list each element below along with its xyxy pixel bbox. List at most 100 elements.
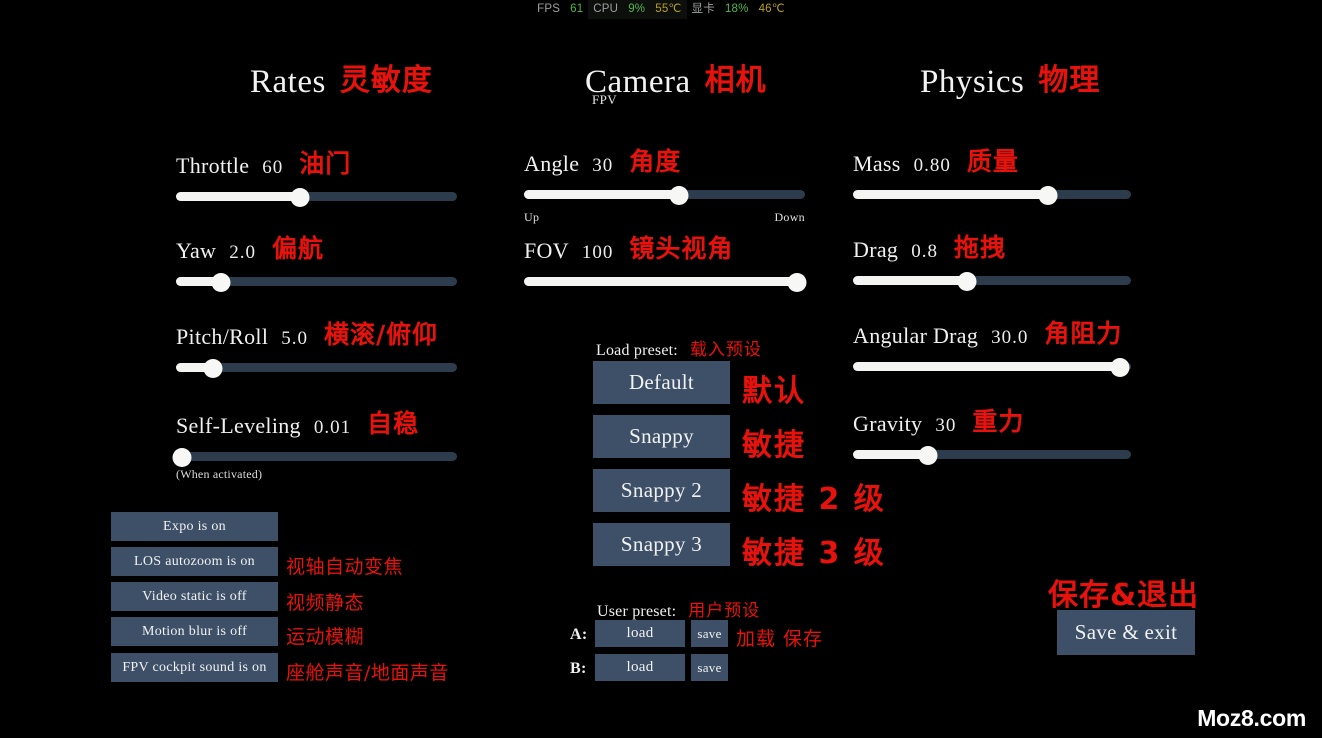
fps-group: FPS 61 — [532, 0, 588, 19]
cpu-label: CPU — [593, 3, 619, 15]
angular-drag-label-line: Angular Drag 30.0 角阻力 — [853, 321, 1131, 350]
user-preset-a-load-button[interactable]: load — [595, 620, 685, 647]
slider-handle[interactable] — [290, 188, 310, 207]
preset-snappy3-label: Snappy 3 — [620, 532, 703, 556]
physics-title-en: Physics — [920, 64, 1025, 100]
self-leveling-note: (When activated) — [176, 467, 263, 481]
drag-slider[interactable] — [853, 272, 1131, 291]
user-preset-row-cn: 加载 保存 — [736, 628, 824, 650]
preset-snappy-cn: 敏捷 — [742, 428, 806, 463]
fov-value: 100 — [581, 242, 614, 263]
angle-label-line: Angle 30 角度 — [524, 147, 805, 178]
slider-handle[interactable] — [918, 446, 938, 465]
throttle-value: 60 — [262, 157, 284, 178]
drag-label: Drag — [853, 237, 899, 262]
slider-fill — [524, 277, 797, 286]
gpu-temp-value: 46℃ — [758, 3, 785, 15]
mass-slider[interactable] — [853, 186, 1131, 205]
throttle-label-cn: 油门 — [299, 149, 352, 178]
toggle-los-autozoom-cn: 视轴自动变焦 — [286, 556, 404, 578]
preset-default-button[interactable]: Default — [593, 361, 730, 404]
throttle-slider[interactable] — [176, 188, 457, 207]
slider-row-pitch-roll: Pitch/Roll 5.0 横滚/俯仰 — [176, 322, 457, 378]
cpu-temp-value: 55℃ — [655, 3, 682, 15]
save-and-exit-label: Save & exit — [1074, 620, 1178, 644]
toggle-motion-blur[interactable]: Motion blur is off — [111, 617, 278, 646]
preset-snappy-label: Snappy — [629, 424, 694, 448]
fov-label: FOV — [524, 238, 569, 263]
drag-label-cn: 拖拽 — [953, 233, 1006, 262]
toggle-expo[interactable]: Expo is on — [111, 512, 278, 541]
slider-fill — [853, 450, 929, 459]
gpu-usage-value: 18% — [724, 3, 749, 15]
slider-handle[interactable] — [172, 448, 192, 467]
load-preset-heading: Load preset: 载入预设 — [596, 335, 762, 360]
toggle-fpv-cockpit-sound-label: FPV cockpit sound is on — [122, 659, 267, 675]
angular-drag-slider[interactable] — [853, 358, 1131, 377]
angle-label-cn: 角度 — [629, 147, 682, 176]
gravity-slider[interactable] — [853, 446, 1131, 465]
rates-title-cn: 灵敏度 — [339, 63, 433, 98]
slider-handle[interactable] — [1110, 358, 1130, 377]
toggle-los-autozoom[interactable]: LOS autozoom is on — [111, 547, 278, 576]
cpu-group: CPU 9% 55℃ — [588, 0, 687, 19]
user-preset-b-save-button[interactable]: save — [691, 654, 728, 681]
toggle-video-static[interactable]: Video static is off — [111, 582, 278, 611]
angle-label: Angle — [524, 151, 580, 176]
gravity-label-cn: 重力 — [972, 407, 1025, 436]
user-preset-b-load-button[interactable]: load — [595, 654, 685, 681]
slider-handle[interactable] — [957, 272, 977, 291]
pitch-roll-slider[interactable] — [176, 359, 457, 378]
gpu-label: 显卡 — [691, 3, 715, 15]
rates-title: Rates 灵敏度 — [250, 55, 433, 101]
user-preset-slot-b-label: B: — [570, 660, 587, 677]
preset-snappy-button[interactable]: Snappy — [593, 415, 730, 458]
angle-value: 30 — [592, 155, 614, 176]
slider-row-yaw: Yaw 2.0 偏航 — [176, 234, 457, 292]
pitch-roll-value: 5.0 — [281, 328, 308, 349]
load-preset-cn: 载入预设 — [689, 340, 762, 360]
slider-row-throttle: Throttle 60 油门 — [176, 149, 457, 207]
angle-max-label: Down — [774, 210, 805, 224]
slider-handle[interactable] — [669, 186, 689, 205]
preset-snappy2-button[interactable]: Snappy 2 — [593, 469, 730, 512]
toggle-fpv-cockpit-sound[interactable]: FPV cockpit sound is on — [111, 653, 278, 682]
physics-title-cn: 物理 — [1038, 63, 1101, 98]
slider-fill — [853, 190, 1048, 199]
angle-min-label: Up — [524, 210, 540, 224]
yaw-label-cn: 偏航 — [272, 234, 325, 263]
user-preset-a-save-button[interactable]: save — [691, 620, 728, 647]
mass-label: Mass — [853, 151, 901, 176]
watermark: Moz8.com — [1197, 705, 1306, 731]
preset-snappy2-label: Snappy 2 — [620, 478, 703, 502]
throttle-label: Throttle — [176, 153, 250, 178]
fps-label: FPS — [537, 3, 561, 15]
slider-handle[interactable] — [211, 273, 231, 292]
preset-default-cn: 默认 — [742, 374, 806, 409]
save-and-exit-button[interactable]: Save & exit — [1057, 610, 1195, 655]
slider-handle[interactable] — [1038, 186, 1058, 205]
angle-slider[interactable] — [524, 186, 805, 205]
cpu-usage-value: 9% — [628, 3, 646, 15]
preset-snappy3-button[interactable]: Snappy 3 — [593, 523, 730, 566]
slider-row-gravity: Gravity 30 重力 — [853, 407, 1131, 465]
toggle-video-static-cn: 视频静态 — [286, 592, 365, 614]
drag-label-line: Drag 0.8 拖拽 — [853, 233, 1131, 264]
slider-handle[interactable] — [203, 359, 223, 378]
mass-label-cn: 质量 — [966, 147, 1019, 176]
user-preset-label: User preset: — [597, 603, 677, 620]
fov-label-cn: 镜头视角 — [629, 234, 734, 263]
slider-row-fov: FOV 100 镜头视角 — [524, 234, 807, 292]
toggle-motion-blur-label: Motion blur is off — [141, 623, 248, 639]
self-leveling-value: 0.01 — [313, 417, 352, 438]
slider-row-mass: Mass 0.80 质量 — [853, 147, 1131, 205]
angular-drag-value: 30.0 — [991, 327, 1029, 348]
self-leveling-slider[interactable] — [172, 448, 457, 467]
pitch-roll-label: Pitch/Roll — [176, 324, 269, 349]
slider-handle[interactable] — [787, 273, 807, 292]
self-leveling-label-line: Self-Leveling 0.01 自稳 — [176, 411, 457, 440]
fov-slider[interactable] — [524, 273, 807, 292]
settings-screen: FPS 61 CPU 9% 55℃ 显卡 18% 46℃ Rates 灵敏度 Th… — [0, 0, 1322, 738]
yaw-slider[interactable] — [176, 273, 457, 292]
yaw-value: 2.0 — [229, 242, 256, 263]
